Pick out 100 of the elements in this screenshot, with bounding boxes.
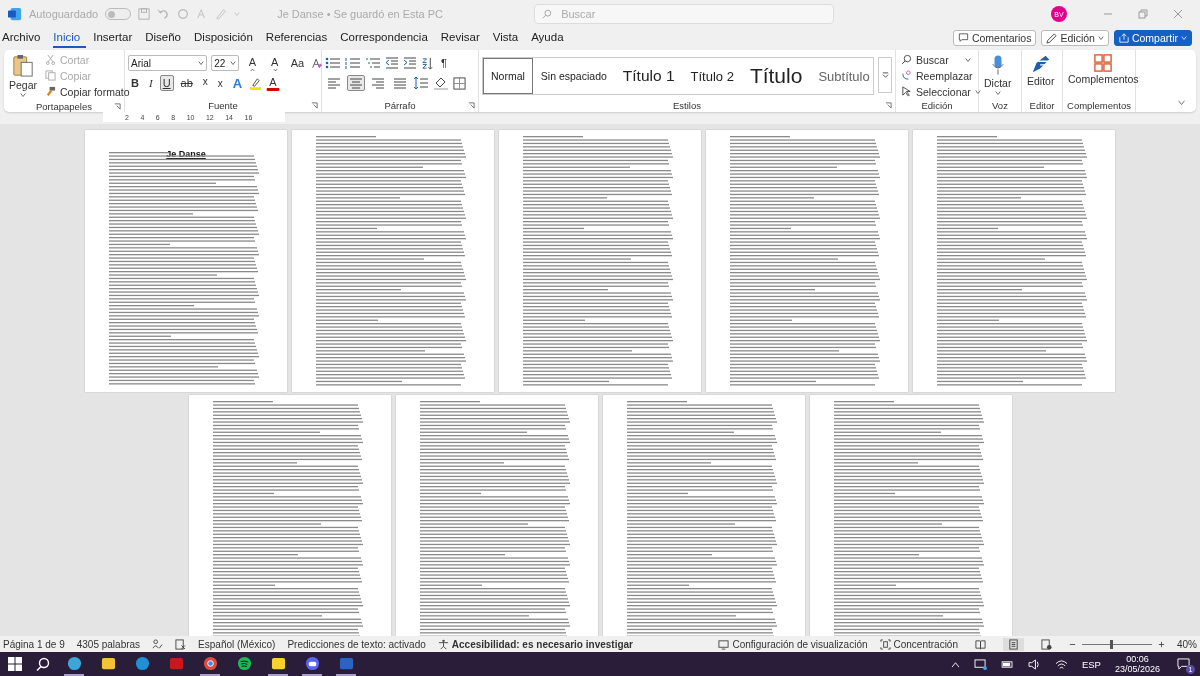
dictate-button[interactable]: Dictar — [982, 52, 1014, 98]
chat-icon — [1176, 657, 1190, 671]
word-count[interactable]: 4305 palabras — [76, 638, 141, 650]
borders-icon[interactable] — [453, 76, 466, 90]
font-color-button[interactable]: A — [266, 75, 280, 91]
comments-button[interactable]: Comentarios — [952, 30, 1037, 46]
style-option[interactable]: Título 1 — [614, 58, 683, 94]
windows-start-icon[interactable] — [8, 657, 22, 671]
app-icon — [168, 655, 184, 671]
clipboard-icon — [12, 54, 34, 78]
wifi-icon[interactable] — [1054, 658, 1068, 670]
ribbon-tab[interactable]: Ayuda — [531, 28, 570, 48]
accessibility-status[interactable]: Accesibilidad: es necesario investigar — [437, 638, 633, 650]
dialog-launcher-icon[interactable] — [114, 103, 121, 110]
predictions-status[interactable]: Predicciones de texto: activado — [287, 638, 426, 650]
style-option[interactable]: Subtítulo — [810, 58, 873, 94]
app-icon — [338, 655, 354, 671]
group-label: Complementos — [1067, 100, 1131, 111]
align-button[interactable] — [369, 75, 387, 91]
bullets-icon[interactable] — [325, 57, 341, 69]
dialog-launcher-icon[interactable] — [885, 102, 892, 109]
search-field[interactable]: Buscar — [534, 4, 835, 24]
format-button[interactable]: ab — [177, 75, 196, 91]
font-size-field[interactable]: 22 — [211, 55, 240, 71]
format-button[interactable]: x — [199, 75, 211, 91]
decrease-indent-icon[interactable] — [385, 57, 399, 69]
ribbon-tab[interactable]: Disposición — [194, 28, 259, 48]
format-button[interactable]: U — [159, 75, 174, 91]
cursor-arrow-icon — [901, 86, 912, 97]
ribbon-tab[interactable]: Inicio — [53, 28, 87, 48]
dialog-launcher-icon[interactable] — [468, 102, 475, 109]
copy-icon — [45, 70, 57, 81]
page-count[interactable]: Página 1 de 9 — [3, 638, 65, 650]
focus-button[interactable]: Concentración — [879, 638, 958, 650]
ribbon-tab[interactable]: Diseño — [145, 28, 188, 48]
zoom-level[interactable]: 40% — [1177, 638, 1197, 650]
volume-icon[interactable] — [1027, 658, 1041, 670]
find-button[interactable]: Buscar — [899, 52, 973, 67]
app-icon — [304, 655, 320, 671]
collapse-ribbon-icon[interactable] — [1177, 100, 1186, 106]
people-edit-icon[interactable] — [152, 638, 164, 650]
monitor-icon[interactable] — [973, 658, 987, 670]
style-option[interactable]: Sin espaciado — [532, 58, 615, 94]
language-status[interactable]: Español (México) — [198, 638, 276, 650]
ribbon-tab[interactable]: Revisar — [440, 28, 486, 48]
paste-button[interactable]: Pegar — [7, 52, 40, 100]
change-case-button[interactable]: Aa — [287, 55, 308, 71]
editing-mode-button[interactable]: Edición — [1041, 30, 1109, 46]
word-logo-icon — [8, 7, 22, 21]
comment-icon — [957, 33, 969, 43]
share-button[interactable]: Compartir — [1113, 30, 1192, 46]
highlighter-icon[interactable] — [249, 76, 263, 90]
style-option[interactable]: Título 2 — [682, 58, 742, 94]
line-spacing-icon[interactable] — [413, 76, 429, 90]
multilevel-list-icon[interactable] — [365, 57, 381, 69]
select-button[interactable]: Seleccionar — [899, 84, 983, 99]
ribbon-tab[interactable]: Correspondencia — [340, 28, 434, 48]
autosave-toggle[interactable] — [105, 8, 132, 20]
chevron-up-icon[interactable] — [950, 660, 960, 668]
shrink-font-button[interactable]: A — [265, 55, 284, 71]
font-name-field[interactable]: Arial — [128, 55, 208, 71]
app-icon — [202, 655, 218, 671]
align-button[interactable] — [347, 75, 365, 91]
format-button[interactable]: I — [145, 75, 156, 91]
clock[interactable]: 00:06 23/05/2026 — [1114, 654, 1160, 674]
search-icon[interactable] — [36, 657, 50, 671]
battery-icon[interactable] — [1000, 659, 1014, 669]
add-ins-button[interactable]: Complementos — [1066, 52, 1141, 87]
ribbon-tab[interactable]: Insertar — [93, 28, 139, 48]
monitor-icon — [718, 638, 730, 650]
grow-font-button[interactable]: A — [243, 55, 262, 71]
caret-icon — [994, 90, 1001, 96]
group-label: Estilos — [673, 100, 701, 111]
format-button[interactable]: x — [214, 75, 226, 91]
zoom-slider-thumb[interactable] — [1110, 639, 1113, 649]
keyboard-language[interactable]: ESP — [1081, 658, 1101, 670]
replace-button[interactable]: Reemplazar — [899, 68, 975, 83]
show-formatting-button[interactable]: ¶ — [438, 55, 450, 71]
dialog-launcher-icon[interactable] — [311, 102, 318, 109]
print-layout-icon[interactable] — [1003, 637, 1024, 651]
shading-icon[interactable] — [433, 76, 449, 90]
proofing-icon[interactable] — [175, 638, 187, 650]
group-label: Párrafo — [384, 100, 416, 111]
align-button[interactable] — [325, 75, 343, 91]
ribbon-tab[interactable]: Archivo — [2, 28, 47, 48]
pen-icon — [1030, 54, 1051, 74]
style-option[interactable]: Título — [741, 58, 811, 94]
ribbon-tab[interactable]: Vista — [492, 28, 525, 48]
display-settings-button[interactable]: Configuración de visualización — [718, 638, 868, 650]
app-icon — [100, 655, 116, 671]
clear-formatting-icon[interactable] — [311, 56, 324, 70]
sort-icon[interactable] — [421, 56, 434, 70]
ribbon-tab[interactable]: Referencias — [265, 28, 334, 48]
zoom-in-icon[interactable] — [1158, 640, 1165, 648]
style-option[interactable]: Normal — [483, 58, 533, 94]
close-icon[interactable] — [1173, 9, 1183, 19]
editor-button[interactable]: Editor — [1025, 52, 1057, 89]
group-label: Portapapeles — [36, 100, 92, 112]
text-effects-button[interactable]: A — [229, 75, 246, 91]
increase-indent-icon[interactable] — [403, 57, 417, 69]
